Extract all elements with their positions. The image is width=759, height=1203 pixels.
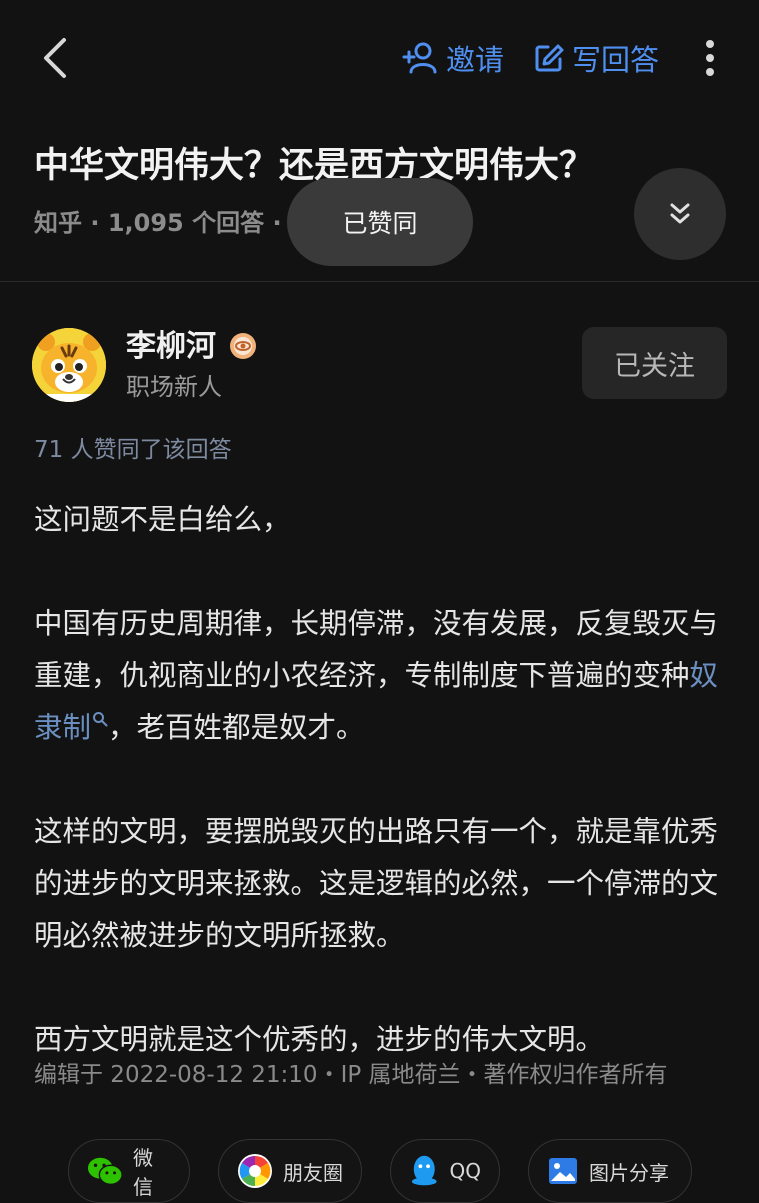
- author-avatar[interactable]: [32, 328, 106, 402]
- share-wechat-label: 微信: [133, 1146, 154, 1199]
- moments-icon: [238, 1154, 272, 1188]
- section-divider: [0, 281, 759, 282]
- edit-icon: [535, 44, 564, 72]
- top-bar: 邀请 写回答: [0, 0, 759, 115]
- answer-text-segment: 中国有历史周期律，长期停滞，没有发展，反复毁灭与重建，仇视商业的小农经济，专制制…: [34, 607, 719, 692]
- share-image-label: 图片分享: [589, 1160, 669, 1185]
- answer-text-segment: ，老百姓都是奴才。: [108, 711, 365, 744]
- qq-icon: [411, 1155, 437, 1186]
- author-name[interactable]: 李柳河: [126, 326, 216, 368]
- upvote-toast: 已赞同: [287, 178, 473, 266]
- back-arrow-icon: [44, 38, 66, 78]
- edit-meta: 编辑于 2022-08-12 21:10・IP 属地荷兰・著作权归作者所有: [34, 1062, 668, 1088]
- more-vertical-icon: [706, 40, 714, 76]
- write-answer-button[interactable]: 写回答: [534, 36, 659, 80]
- follow-button[interactable]: 已关注: [582, 327, 727, 399]
- question-meta: 知乎 · 1,095 个回答 · 1: [34, 209, 307, 237]
- write-answer-label: 写回答: [572, 43, 660, 77]
- answer-paragraph: 这样的文明，要摆脱毁灭的出路只有一个，就是靠优秀的进步的文明来拯救。这是逻辑的必…: [34, 815, 719, 952]
- tiger-avatar-icon: [32, 328, 106, 402]
- back-button[interactable]: [36, 36, 76, 80]
- invite-label: 邀请: [446, 43, 505, 77]
- share-qq-label: QQ: [449, 1159, 481, 1183]
- search-icon: [93, 712, 108, 727]
- badge-icon: [230, 333, 256, 359]
- wechat-icon: [87, 1157, 123, 1185]
- answer-body: 这问题不是白给么， 中国有历史周期律，长期停滞，没有发展，反复毁灭与重建，仇视商…: [34, 494, 726, 1066]
- invite-button[interactable]: 邀请: [402, 36, 504, 80]
- share-qq-button[interactable]: QQ: [390, 1139, 500, 1203]
- more-options-button[interactable]: [696, 36, 724, 80]
- answer-paragraph: 中国有历史周期律，长期停滞，没有发展，反复毁灭与重建，仇视商业的小农经济，专制制…: [34, 598, 726, 754]
- share-image-button[interactable]: 图片分享: [528, 1139, 692, 1203]
- double-chevron-down-icon: [670, 203, 690, 224]
- image-icon: [549, 1158, 577, 1184]
- share-moments-button[interactable]: 朋友圈: [218, 1139, 362, 1203]
- collapse-button[interactable]: [634, 168, 726, 260]
- author-description: 职场新人: [126, 373, 222, 401]
- vote-count: 71 人赞同了该回答: [34, 437, 232, 463]
- share-wechat-button[interactable]: 微信: [68, 1139, 190, 1203]
- add-person-icon: [402, 42, 437, 74]
- answer-paragraph: 这问题不是白给么，: [34, 503, 291, 536]
- share-moments-label: 朋友圈: [283, 1160, 343, 1185]
